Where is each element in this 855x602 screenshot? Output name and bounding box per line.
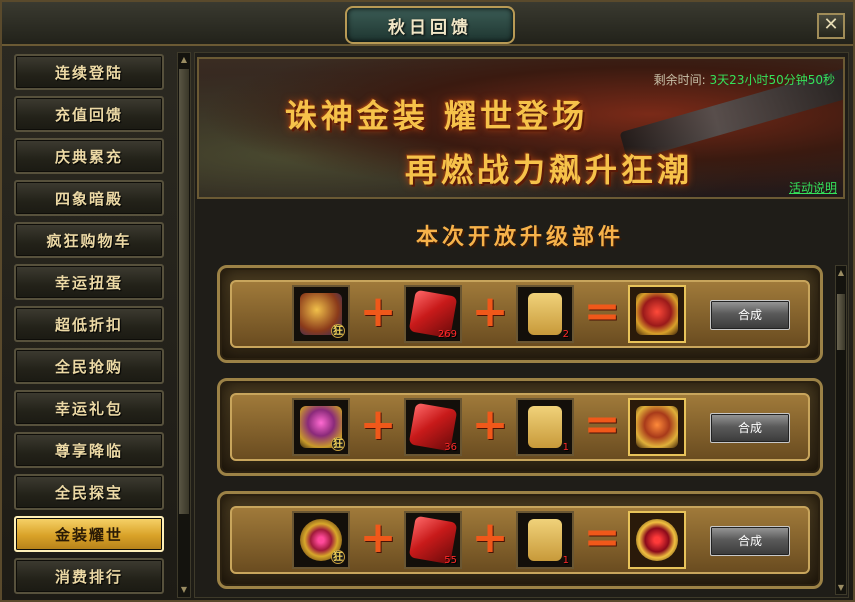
sidebar-item-golden-gear[interactable]: 金装耀世 (14, 516, 164, 552)
bound-mark: 狂 (331, 550, 345, 564)
recipe-scrollbar[interactable]: ▲ ▼ (835, 265, 847, 595)
sidebar: 连续登陆 充值回馈 庆典累充 四象暗殿 疯狂购物车 幸运扭蛋 超低折扣 全民抢购… (10, 52, 170, 598)
scroll-up-arrow-icon[interactable]: ▲ (179, 54, 189, 66)
plus-icon: + (359, 399, 397, 450)
bound-mark: 狂 (331, 437, 345, 451)
sidebar-item-consecutive-login[interactable]: 连续登陆 (14, 54, 164, 90)
scroll-up-arrow-icon[interactable]: ▲ (837, 267, 845, 279)
bound-mark: 狂 (331, 324, 345, 338)
sidebar-item-label: 消费排行 (54, 567, 123, 586)
sidebar-item-treasure-hunt[interactable]: 全民探宝 (14, 474, 164, 510)
craft-button[interactable]: 合成 (710, 413, 790, 443)
sidebar-item-celebration-recharge[interactable]: 庆典累充 (14, 138, 164, 174)
sidebar-item-super-discount[interactable]: 超低折扣 (14, 306, 164, 342)
sidebar-item-label: 幸运礼包 (54, 399, 123, 418)
sidebar-item-label: 全民抢购 (54, 357, 123, 376)
plus-icon: + (359, 512, 397, 563)
sidebar-item-recharge-feedback[interactable]: 充值回馈 (14, 96, 164, 132)
remaining-time-value: 3天23小时50分钟50秒 (709, 73, 835, 87)
equals-icon: = (583, 286, 621, 337)
base-item-slot[interactable]: 狂 (292, 398, 350, 456)
result-armor-icon (636, 293, 678, 335)
sidebar-scrollbar[interactable]: ▲ ▼ (177, 52, 191, 598)
result-helmet-icon (636, 406, 678, 448)
result-ring-icon (636, 519, 678, 561)
sidebar-item-vip-arrival[interactable]: 尊享降临 (14, 432, 164, 468)
sidebar-item-label: 超低折扣 (54, 315, 123, 334)
scroll-slot[interactable]: 1 (516, 398, 574, 456)
scroll-down-arrow-icon[interactable]: ▼ (837, 582, 845, 594)
sidebar-item-crazy-cart[interactable]: 疯狂购物车 (14, 222, 164, 258)
recipe-scroll-thumb[interactable] (837, 294, 845, 350)
scroll-slot[interactable]: 2 (516, 285, 574, 343)
title-bar: 秋日回馈 ✕ (2, 2, 853, 46)
sidebar-item-label: 幸运扭蛋 (54, 273, 123, 292)
scroll-icon (528, 293, 562, 335)
autumn-feedback-window: 秋日回馈 ✕ 连续登陆 充值回馈 庆典累充 四象暗殿 疯狂购物车 幸运扭蛋 超低… (0, 0, 855, 602)
recipe-row: 狂 + 55 + 1 = 合成 (217, 491, 823, 589)
plus-icon: + (471, 399, 509, 450)
recipe-row-inner: 狂 + 269 + 2 = 合成 (230, 280, 810, 348)
scroll-count: 1 (562, 555, 569, 566)
title-plate: 秋日回馈 (345, 6, 515, 44)
sidebar-item-label: 尊享降临 (54, 441, 123, 460)
equals-icon: = (583, 399, 621, 450)
sidebar-item-label: 充值回馈 (54, 105, 123, 124)
scroll-count: 2 (562, 329, 569, 340)
gem-count: 55 (444, 555, 457, 566)
sidebar-item-label: 庆典累充 (54, 147, 123, 166)
scroll-count: 1 (562, 442, 569, 453)
recipe-row: 狂 + 36 + 1 = 合成 (217, 378, 823, 476)
section-title: 本次开放升级部件 (415, 224, 624, 250)
recipe-row: 狂 + 269 + 2 = 合成 (217, 265, 823, 363)
recipe-row-inner: 狂 + 55 + 1 = 合成 (230, 506, 810, 574)
window-title: 秋日回馈 (388, 17, 472, 38)
craft-button[interactable]: 合成 (710, 300, 790, 330)
result-slot[interactable] (628, 285, 686, 343)
sidebar-item-label: 四象暗殿 (54, 189, 123, 208)
sidebar-scroll-thumb[interactable] (179, 69, 189, 514)
gem-count: 36 (444, 442, 457, 453)
event-info-link[interactable]: 活动说明 (789, 179, 837, 196)
base-item-slot[interactable]: 狂 (292, 511, 350, 569)
banner-subheadline: 再燃战力飙升狂潮 (405, 151, 694, 189)
close-button[interactable]: ✕ (817, 13, 845, 39)
gem-slot[interactable]: 36 (404, 398, 462, 456)
gem-slot[interactable]: 55 (404, 511, 462, 569)
sidebar-item-flash-sale[interactable]: 全民抢购 (14, 348, 164, 384)
sidebar-item-lucky-pack[interactable]: 幸运礼包 (14, 390, 164, 426)
sidebar-item-four-symbols-hall[interactable]: 四象暗殿 (14, 180, 164, 216)
sidebar-item-label: 金装耀世 (54, 525, 123, 544)
sidebar-item-label: 连续登陆 (54, 63, 123, 82)
main-panel: 诛神金装 耀世登场 再燃战力飙升狂潮 剩余时间: 3天23小时50分钟50秒 活… (194, 52, 849, 598)
plus-icon: + (471, 512, 509, 563)
craft-button[interactable]: 合成 (710, 526, 790, 556)
sidebar-item-lucky-gacha[interactable]: 幸运扭蛋 (14, 264, 164, 300)
scroll-slot[interactable]: 1 (516, 511, 574, 569)
sidebar-item-spending-rank[interactable]: 消费排行 (14, 558, 164, 594)
remaining-time: 剩余时间: 3天23小时50分钟50秒 (654, 71, 835, 88)
recipe-list: 狂 + 269 + 2 = 合成 狂 + 36 + 1 = 合成 狂 + 55 … (209, 265, 833, 595)
equals-icon: = (583, 512, 621, 563)
base-item-slot[interactable]: 狂 (292, 285, 350, 343)
plus-icon: + (359, 286, 397, 337)
result-slot[interactable] (628, 511, 686, 569)
sidebar-item-label: 疯狂购物车 (46, 231, 132, 250)
gem-slot[interactable]: 269 (404, 285, 462, 343)
banner-headline: 诛神金装 耀世登场 (285, 97, 589, 135)
scroll-icon (528, 519, 562, 561)
result-slot[interactable] (628, 398, 686, 456)
plus-icon: + (471, 286, 509, 337)
scroll-icon (528, 406, 562, 448)
event-banner: 诛神金装 耀世登场 再燃战力飙升狂潮 剩余时间: 3天23小时50分钟50秒 活… (197, 57, 845, 199)
recipe-row-inner: 狂 + 36 + 1 = 合成 (230, 393, 810, 461)
scroll-down-arrow-icon[interactable]: ▼ (179, 584, 189, 596)
gem-count: 269 (437, 329, 457, 340)
sidebar-item-label: 全民探宝 (54, 483, 123, 502)
remaining-time-label: 剩余时间: (653, 73, 706, 87)
